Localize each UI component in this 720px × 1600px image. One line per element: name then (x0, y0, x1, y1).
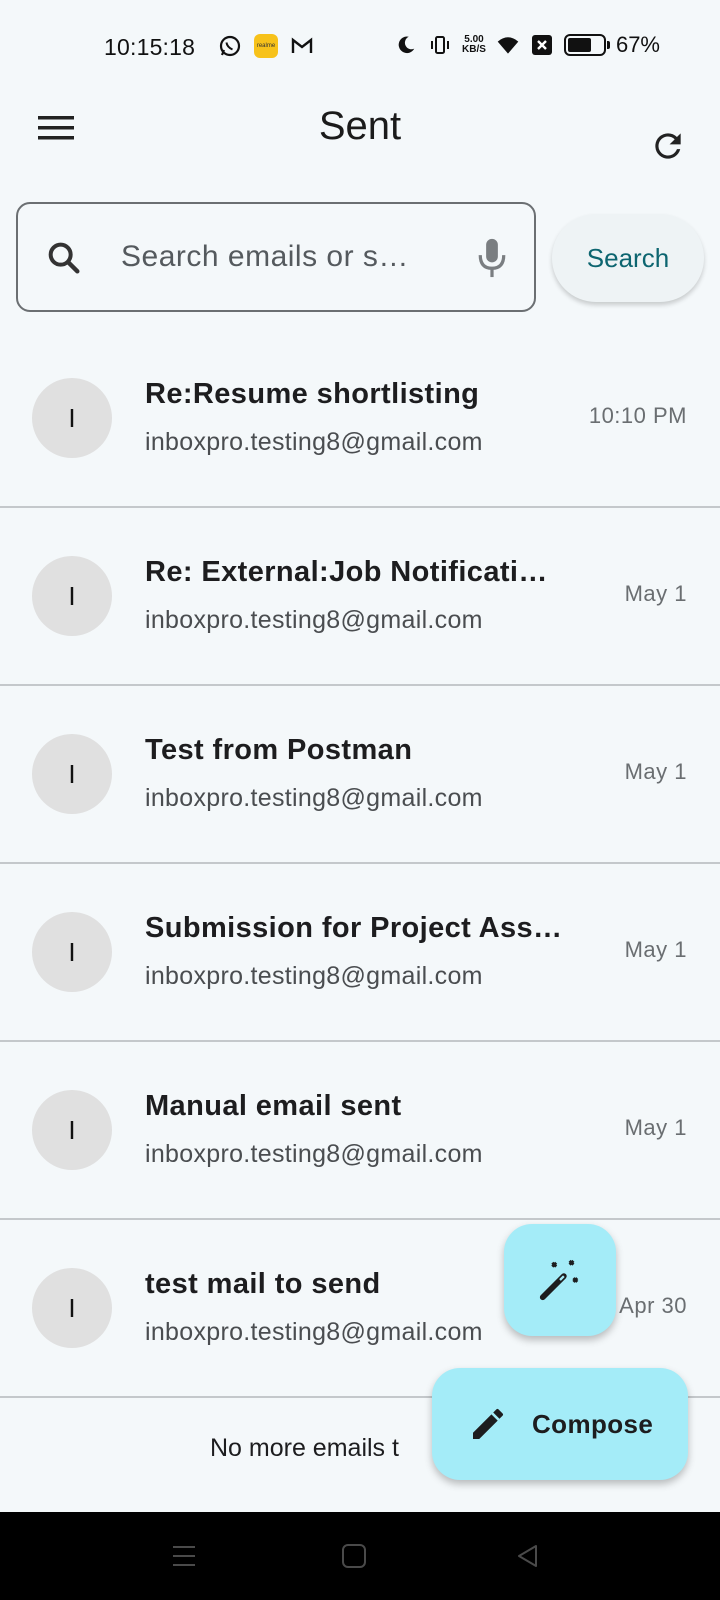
notification-x-icon (530, 33, 554, 57)
email-date: 10:10 PM (588, 403, 687, 428)
avatar: I (32, 1090, 112, 1170)
battery-icon (563, 34, 610, 56)
status-time: 10:15:18 (104, 34, 196, 60)
email-list-item[interactable]: I Test from Postman inboxpro.testing8@gmai… (0, 686, 720, 864)
avatar: I (32, 734, 112, 814)
network-speed: 5.00 KB/S (462, 35, 486, 55)
email-sender: inboxpro.testing8@gmail.com (145, 784, 483, 812)
page-title: Sent (318, 104, 402, 148)
back-icon (518, 1545, 537, 1567)
email-sender: inboxpro.testing8@gmail.com (145, 1318, 483, 1346)
recents-button[interactable] (166, 1538, 202, 1574)
email-list-item[interactable]: I Re:Resume shortlisting inboxpro.testing8… (0, 330, 720, 508)
email-subject: Test from Postman (145, 734, 413, 766)
pencil-icon (473, 1408, 504, 1439)
search-placeholder: Search emails or s… (121, 240, 409, 273)
avatar: I (32, 556, 112, 636)
avatar: I (32, 1268, 112, 1348)
end-of-list-text: No more emails t (210, 1434, 399, 1462)
moon-icon (394, 33, 418, 57)
email-sender: inboxpro.testing8@gmail.com (145, 606, 483, 634)
status-bar: 10:15:18 realme 5.00 KB/S 67% (0, 0, 720, 96)
recents-icon (173, 1546, 195, 1566)
email-subject: Re: External:Job Notificati… (145, 556, 548, 588)
email-sender: inboxpro.testing8@gmail.com (145, 1140, 483, 1168)
whatsapp-icon (218, 34, 242, 58)
battery-fill (567, 38, 591, 52)
email-list-item[interactable]: I Re: External:Job Notificati… inboxpro.te… (0, 508, 720, 686)
email-sender: inboxpro.testing8@gmail.com (145, 428, 483, 456)
status-system-icons: 5.00 KB/S 67% (394, 32, 660, 58)
home-button[interactable] (336, 1538, 372, 1574)
email-date: May 1 (624, 1115, 687, 1140)
wifi-icon (496, 33, 520, 57)
email-sender: inboxpro.testing8@gmail.com (145, 962, 483, 990)
email-date: May 1 (624, 759, 687, 784)
vibrate-icon (428, 33, 452, 57)
refresh-button[interactable] (646, 124, 690, 168)
net-speed-unit: KB/S (462, 44, 486, 55)
status-notification-icons: realme (218, 34, 314, 58)
email-subject: Submission for Project Ass… (145, 912, 563, 944)
back-button[interactable] (510, 1538, 546, 1574)
system-navigation-bar (0, 1512, 720, 1600)
email-list-item[interactable]: I Manual email sent inboxpro.testing8@gmai… (0, 1042, 720, 1220)
home-icon (342, 1544, 366, 1568)
compose-button[interactable]: Compose (432, 1368, 688, 1480)
gmail-icon (290, 34, 314, 58)
realme-icon: realme (254, 34, 278, 58)
compose-label: Compose (532, 1408, 654, 1439)
search-icon (48, 242, 80, 274)
magic-wand-icon (539, 1259, 579, 1301)
email-date: Apr 30 (619, 1293, 687, 1318)
search-input[interactable]: Search emails or s… (16, 202, 536, 312)
email-subject: Manual email sent (145, 1090, 402, 1122)
battery-percent: 67% (615, 32, 660, 57)
email-date: May 1 (624, 937, 687, 962)
email-date: May 1 (624, 581, 687, 606)
avatar: I (32, 912, 112, 992)
refresh-icon (655, 133, 681, 159)
microphone-icon[interactable] (474, 236, 510, 280)
search-button[interactable]: Search (552, 214, 704, 302)
avatar: I (32, 378, 112, 458)
magic-fab-button[interactable] (504, 1224, 616, 1336)
email-subject: Re:Resume shortlisting (145, 378, 480, 410)
email-list-item[interactable]: I Submission for Project Ass… inboxpro.tes… (0, 864, 720, 1042)
